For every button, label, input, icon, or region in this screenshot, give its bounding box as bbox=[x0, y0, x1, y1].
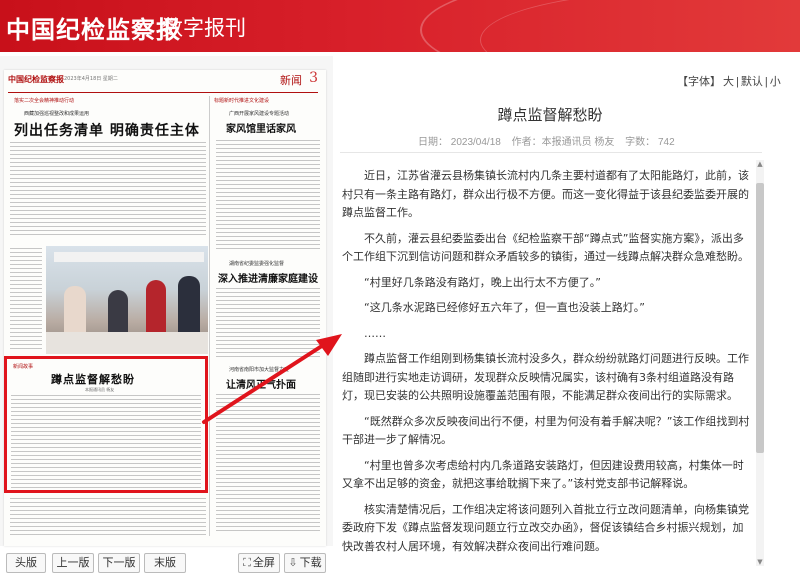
download-icon: ⇩ bbox=[288, 557, 298, 569]
paper-section-name: 新闻 bbox=[280, 74, 302, 87]
site-header: 中国纪检监察报 数字报刊 bbox=[0, 0, 800, 52]
article-paragraph: 蹲点监督工作组刚到杨集镇长流村没多久，群众纷纷就路灯问题进行反映。工作组随即进行… bbox=[342, 352, 749, 402]
site-subtitle: 数字报刊 bbox=[162, 16, 246, 40]
article-area-subhead[interactable]: 湖南省纪委监委强化监督 bbox=[229, 260, 284, 267]
article-area-headline[interactable]: 深入推进清廉家庭建设 bbox=[218, 270, 318, 285]
highlight-kicker: 新闻故事 bbox=[13, 364, 34, 370]
last-page-button[interactable]: 末版 bbox=[144, 553, 186, 573]
newspaper-viewer: 中国纪检监察报 2023年4月18日 星期二 新闻 3 落实二次全会精神推动行动… bbox=[0, 56, 333, 546]
newspaper-page-image[interactable]: 中国纪检监察报 2023年4月18日 星期二 新闻 3 落实二次全会精神推动行动… bbox=[4, 70, 326, 546]
article-paragraph: 不久前，灌云县纪委监委出台《纪检监察干部“蹲点式”监督实施方案》，派出多个工作组… bbox=[342, 231, 749, 264]
body-text-block bbox=[10, 142, 206, 238]
article-area-kicker[interactable]: 落实二次全会精神推动行动 bbox=[14, 97, 74, 104]
article-paragraph: “村里好几条路没有路灯，晚上出行太不方便了。” bbox=[364, 275, 601, 289]
article-date: 日期： 2023/04/18 bbox=[418, 137, 501, 148]
font-size-controls: 【字体】大 | 默认 | 小 bbox=[676, 73, 782, 89]
article-body: 近日，江苏省灌云县杨集镇长流村内几条主要村道都有了太阳能路灯，此前，该村只有一条… bbox=[342, 167, 754, 567]
scroll-up-icon[interactable]: ▲ bbox=[756, 160, 764, 168]
font-size-label: 【字体】 bbox=[677, 76, 721, 88]
pointer-arrow-icon bbox=[202, 334, 342, 424]
highlighted-article-area[interactable]: 新闻故事 蹲点监督解愁盼 本报通讯员 杨友 bbox=[4, 356, 208, 493]
article-paragraph: “村里也曾多次考虑给村内几条道路安装路灯，但因建设费用较高，村集体一时又拿不出足… bbox=[342, 458, 744, 491]
font-size-default[interactable]: 默认 bbox=[741, 76, 763, 88]
paper-page-number: 3 bbox=[309, 70, 318, 86]
article-area-subhead[interactable]: 西藏加强巡视整改和成果运用 bbox=[24, 110, 89, 117]
paper-masthead: 中国纪检监察报 bbox=[8, 74, 64, 84]
body-text-block bbox=[10, 248, 42, 352]
article-title: 蹲点监督解愁盼 bbox=[497, 107, 603, 124]
article-area-subhead[interactable]: 广西开展家风建设专题活动 bbox=[229, 110, 289, 117]
font-size-separator: | bbox=[764, 76, 768, 88]
article-wordcount: 字数： 742 bbox=[625, 137, 675, 148]
font-size-large[interactable]: 大 bbox=[723, 76, 734, 88]
article-paragraph: 核实清楚情况后，工作组决定将该问题列入首批立行立改问题清单，向杨集镇党委政府下发… bbox=[342, 502, 749, 553]
fullscreen-icon: ⛶ bbox=[243, 557, 251, 569]
highlight-body-text bbox=[11, 395, 201, 489]
prev-page-button[interactable]: 上一版 bbox=[52, 553, 94, 573]
highlight-author: 本报通讯员 杨友 bbox=[85, 387, 115, 392]
font-size-separator: | bbox=[736, 76, 739, 88]
photo-banner bbox=[54, 252, 204, 262]
article-area-kicker[interactable]: 标题新时代推进文化建设 bbox=[214, 97, 269, 104]
article-paragraph: 近日，江苏省灌云县杨集镇长流村内几条主要村道都有了太阳能路灯，此前，该村只有一条… bbox=[342, 169, 749, 219]
article-area-headline[interactable]: 列出任务清单 明确责任主体 bbox=[14, 120, 200, 140]
highlight-title: 蹲点监督解愁盼 bbox=[51, 373, 135, 386]
paper-date-line: 2023年4月18日 星期二 bbox=[64, 76, 118, 82]
column-divider bbox=[209, 96, 210, 536]
next-page-button[interactable]: 下一版 bbox=[98, 553, 140, 573]
title-divider bbox=[340, 152, 762, 153]
article-area-headline[interactable]: 家风馆里话家风 bbox=[226, 120, 296, 135]
article-paragraph: “这几条水泥路已经修好五六年了，但一直也没装上路灯。” bbox=[364, 301, 645, 314]
article-author: 作者：本报通讯员 杨友 bbox=[511, 137, 615, 148]
article-paragraph: …… bbox=[364, 326, 386, 340]
first-page-button[interactable]: 头版 bbox=[6, 553, 46, 573]
download-label: 下载 bbox=[299, 557, 322, 569]
paper-rule bbox=[8, 92, 318, 93]
scroll-down-icon[interactable]: ▼ bbox=[756, 558, 764, 566]
article-paragraph: “既然群众多次反映夜间出行不便，村里为何没有着手解决呢？”该工作组找到村干部进一… bbox=[342, 414, 750, 447]
article-meta: 日期： 2023/04/18 作者：本报通讯员 杨友 字数： 742 bbox=[418, 133, 683, 148]
news-photo[interactable] bbox=[46, 246, 208, 354]
epaper-page: 中国纪检监察报 数字报刊 中国纪检监察报 2023年4月18日 星期二 新闻 3… bbox=[0, 0, 800, 578]
download-button[interactable]: ⇩ 下载 bbox=[284, 553, 326, 573]
site-logo[interactable]: 中国纪检监察报 bbox=[6, 10, 181, 45]
font-size-small[interactable]: 小 bbox=[770, 76, 781, 88]
body-text-block bbox=[10, 498, 206, 536]
photo-desk bbox=[46, 332, 208, 354]
fullscreen-button[interactable]: ⛶ 全屏 bbox=[238, 553, 280, 573]
body-text-block bbox=[216, 140, 320, 252]
scrollbar-thumb[interactable] bbox=[756, 183, 764, 453]
header-decoration bbox=[480, 0, 800, 52]
fullscreen-label: 全屏 bbox=[252, 557, 275, 569]
